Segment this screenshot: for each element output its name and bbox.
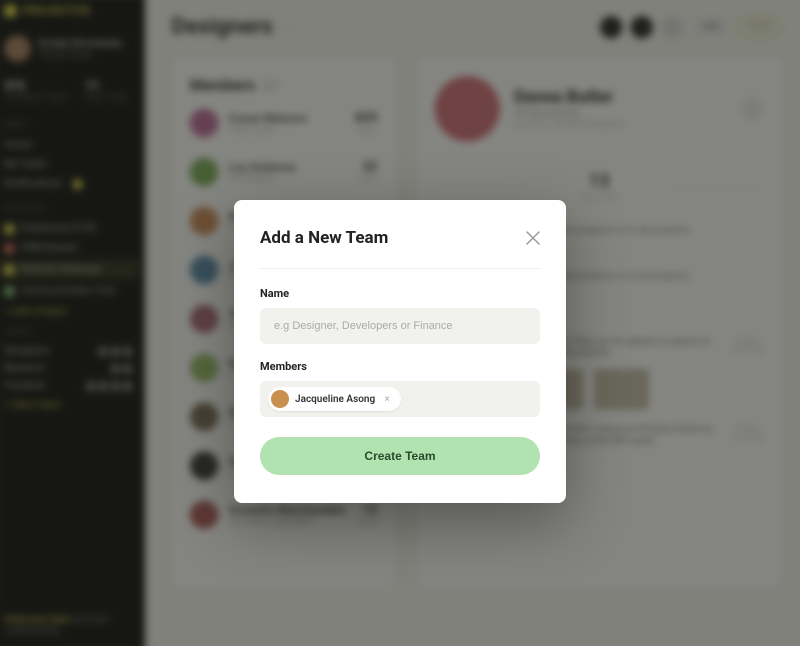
chip-label: Jacqueline Asong (295, 394, 375, 405)
members-input[interactable]: Jacqueline Asong × (260, 381, 540, 417)
members-field-label: Members (260, 360, 540, 373)
create-team-button[interactable]: Create Team (260, 437, 540, 475)
team-name-input[interactable] (260, 308, 540, 344)
chip-avatar (271, 390, 289, 408)
add-team-modal: Add a New Team Name Members Jacqueline A… (234, 200, 566, 503)
name-field-label: Name (260, 287, 540, 300)
close-icon[interactable] (526, 231, 540, 245)
modal-title: Add a New Team (260, 228, 388, 248)
member-chip[interactable]: Jacqueline Asong × (268, 387, 401, 411)
chip-remove-icon[interactable]: × (381, 393, 393, 405)
